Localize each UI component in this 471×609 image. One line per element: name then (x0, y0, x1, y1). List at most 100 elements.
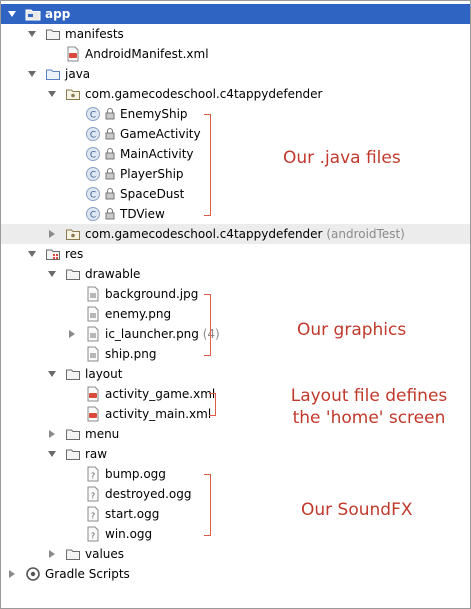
tree-item-label: layout (85, 367, 123, 381)
lock-icon (105, 188, 115, 200)
tree-item-label: EnemyShip (120, 107, 188, 121)
annotation-bracket-sounds (204, 474, 211, 536)
tree-item-package-main[interactable]: com.gamecodeschool.c4tappydefender (1, 84, 470, 104)
chevron-right-icon[interactable] (69, 330, 75, 338)
svg-text:C: C (90, 171, 96, 181)
chevron-right-icon[interactable] (9, 570, 15, 578)
lock-icon (105, 148, 115, 160)
tree-item-values[interactable]: values (1, 544, 470, 564)
gradle-icon (26, 567, 40, 581)
annotation-graphics: Our graphics (297, 320, 407, 340)
tree-item-android-manifest[interactable]: AndroidManifest.xml (1, 44, 470, 64)
tree-item-label: manifests (65, 27, 124, 41)
chevron-right-icon[interactable] (49, 550, 55, 558)
annotation-java-files: Our .java files (283, 148, 401, 168)
annotation-layout-line1: Layout file defines (290, 386, 448, 406)
tree-item-label: start.ogg (105, 507, 160, 521)
annotation-layout: Layout file defines the 'home' screen (271, 385, 467, 429)
svg-text:?: ? (91, 492, 95, 501)
folder-icon (66, 369, 80, 380)
svg-text:C: C (90, 131, 96, 141)
folder-icon (66, 269, 80, 280)
tree-item-raw[interactable]: raw (1, 444, 470, 464)
tree-item-label: destroyed.ogg (105, 487, 192, 501)
chevron-right-icon[interactable] (49, 430, 55, 438)
tree-item-class-gameactivity[interactable]: C GameActivity (1, 124, 470, 144)
xml-file-icon (87, 406, 99, 422)
tree-item-class-tdview[interactable]: C TDView (1, 204, 470, 224)
chevron-down-icon[interactable] (28, 31, 36, 37)
lock-icon (105, 168, 115, 180)
chevron-down-icon[interactable] (28, 71, 36, 77)
tree-item-label-group: ic_launcher.png (4) (105, 324, 220, 344)
chevron-down-icon[interactable] (48, 271, 56, 277)
tree-item-label: enemy.png (105, 307, 172, 321)
annotation-bracket-layout (209, 393, 216, 416)
annotation-sounds: Our SoundFX (301, 500, 413, 520)
image-file-icon (87, 326, 99, 342)
image-file-icon (87, 306, 99, 322)
tree-item-res[interactable]: res (1, 244, 470, 264)
image-file-icon (87, 286, 99, 302)
tree-item-label: java (65, 67, 91, 81)
tree-item-label: raw (85, 447, 108, 461)
tree-item-label: PlayerShip (120, 167, 184, 181)
svg-text:?: ? (91, 532, 95, 541)
tree-item-win-ogg[interactable]: ? win.ogg (1, 524, 470, 544)
unknown-file-icon: ? (87, 506, 99, 522)
svg-text:?: ? (91, 512, 95, 521)
annotation-bracket-java (204, 114, 211, 216)
chevron-down-icon[interactable] (48, 451, 56, 457)
image-file-icon (87, 346, 99, 362)
tree-item-label: MainActivity (120, 147, 194, 161)
tree-item-class-spacedust[interactable]: C SpaceDust (1, 184, 470, 204)
tree-item-label: res (65, 247, 84, 261)
java-class-icon: C (86, 107, 100, 121)
xml-file-icon (67, 46, 79, 62)
chevron-down-icon[interactable] (48, 91, 56, 97)
java-class-icon: C (86, 167, 100, 181)
tree-item-label: activity_main.xml (105, 407, 212, 421)
unknown-file-icon: ? (87, 486, 99, 502)
chevron-down-icon[interactable] (48, 371, 56, 377)
tree-item-drawable[interactable]: drawable (1, 264, 470, 284)
tree-item-label: Gradle Scripts (45, 567, 130, 581)
tree-item-layout[interactable]: layout (1, 364, 470, 384)
tree-item-app[interactable]: app (1, 4, 470, 24)
chevron-down-icon[interactable] (28, 251, 36, 257)
tree-item-label: ship.png (105, 347, 157, 361)
svg-text:C: C (90, 111, 96, 121)
tree-item-label: TDView (120, 207, 165, 221)
tree-item-label: GameActivity (120, 127, 201, 141)
tree-item-label: com.gamecodeschool.c4tappydefender (85, 227, 323, 241)
tree-item-label: app (45, 7, 71, 21)
tree-item-class-enemyship[interactable]: C EnemyShip (1, 104, 470, 124)
lock-icon (105, 208, 115, 220)
tree-item-ship-png[interactable]: ship.png (1, 344, 470, 364)
folder-icon (46, 29, 60, 40)
project-tree-panel: app manifests AndroidManifest.xml java c… (0, 0, 471, 609)
tree-item-label: com.gamecodeschool.c4tappydefender (85, 87, 323, 101)
tree-item-java[interactable]: java (1, 64, 470, 84)
chevron-down-icon[interactable] (8, 11, 16, 17)
tree-item-label: ic_launcher.png (105, 327, 199, 341)
lock-icon (105, 128, 115, 140)
svg-text:C: C (90, 211, 96, 221)
tree-item-label-group: com.gamecodeschool.c4tappydefender (andr… (85, 224, 405, 244)
tree-item-label: SpaceDust (120, 187, 185, 201)
annotation-bracket-graphics (204, 294, 211, 356)
tree-item-gradle-scripts[interactable]: Gradle Scripts (1, 564, 470, 584)
module-folder-icon (25, 9, 41, 21)
source-folder-icon (46, 69, 60, 80)
package-icon (66, 89, 80, 100)
tree-item-background-jpg[interactable]: background.jpg (1, 284, 470, 304)
tree-item-label: background.jpg (105, 287, 199, 301)
tree-item-package-test[interactable]: com.gamecodeschool.c4tappydefender (andr… (1, 224, 470, 244)
tree-item-suffix: (androidTest) (326, 227, 405, 241)
chevron-right-icon[interactable] (49, 230, 55, 238)
lock-icon (105, 108, 115, 120)
svg-text:C: C (90, 191, 96, 201)
tree-item-manifests[interactable]: manifests (1, 24, 470, 44)
tree-item-label: bump.ogg (105, 467, 166, 481)
tree-item-bump-ogg[interactable]: ? bump.ogg (1, 464, 470, 484)
